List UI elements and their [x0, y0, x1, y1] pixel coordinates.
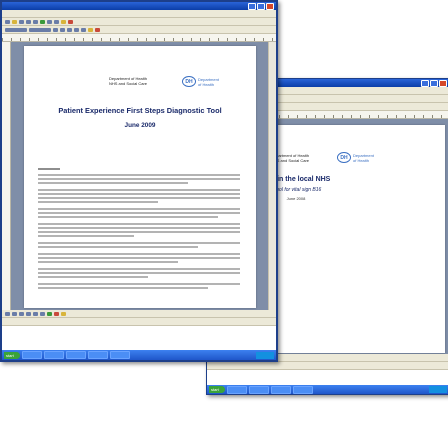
text-line: [38, 197, 240, 199]
back-taskbar-item-4[interactable]: [293, 385, 313, 394]
front-system-tray[interactable]: [256, 351, 274, 359]
back-start-button[interactable]: start: [209, 386, 225, 393]
autoshapes-icon[interactable]: [19, 311, 24, 316]
text-line: [38, 182, 188, 184]
front-taskbar-item-5[interactable]: [110, 351, 130, 359]
maximize-icon[interactable]: [257, 2, 265, 10]
align-center-icon[interactable]: [81, 27, 86, 32]
text-line: [38, 257, 240, 259]
minimize-icon[interactable]: [421, 79, 429, 87]
front-status-bar: [2, 318, 276, 326]
dh-logo-text: Department of Health: [353, 153, 374, 163]
front-drawing-toolbar: [2, 310, 276, 318]
close-icon[interactable]: [266, 2, 274, 10]
spelling-icon[interactable]: [40, 19, 45, 24]
text-line: [38, 178, 240, 180]
text-line: [38, 208, 240, 210]
front-menu-bar: [2, 10, 276, 18]
fill-color-icon[interactable]: [47, 311, 52, 316]
dh-logo-line1: Department: [353, 152, 374, 158]
back-taskbar-item-2[interactable]: [249, 385, 269, 394]
front-formatting-toolbar: [2, 26, 276, 34]
text-line: [38, 235, 134, 237]
vertical-ruler[interactable]: [2, 42, 11, 310]
preview-icon[interactable]: [33, 19, 38, 24]
vertical-scrollbar[interactable]: [268, 42, 276, 310]
back-status-bar: [207, 362, 448, 370]
bold-icon[interactable]: [53, 27, 58, 32]
text-color-icon[interactable]: [61, 311, 66, 316]
dh-logo: DH Department of Health: [337, 152, 374, 163]
text-line: [38, 246, 198, 248]
section-heading-line: [38, 168, 60, 170]
text-line: [38, 242, 240, 244]
text-line: [38, 272, 240, 274]
text-line: [38, 227, 240, 229]
text-line: [38, 287, 208, 289]
dh-logo-line2: of Health: [353, 157, 370, 163]
new-document-icon[interactable]: [5, 19, 10, 24]
back-window-controls: [421, 79, 447, 87]
text-line: [38, 201, 158, 203]
draw-icon[interactable]: [5, 311, 10, 316]
select-objects-icon[interactable]: [12, 311, 17, 316]
rectangle-icon[interactable]: [40, 311, 45, 316]
minimize-icon[interactable]: [248, 2, 256, 10]
text-line: [38, 253, 240, 255]
front-word-window[interactable]: Department of Health NHS and Social Care…: [0, 0, 278, 362]
copy-icon[interactable]: [54, 19, 59, 24]
cut-icon[interactable]: [47, 19, 52, 24]
align-left-icon[interactable]: [74, 27, 79, 32]
back-system-tray[interactable]: [429, 386, 447, 393]
text-line: [38, 268, 240, 270]
line-color-icon[interactable]: [54, 311, 59, 316]
front-taskbar: start: [2, 350, 276, 360]
text-line: [38, 231, 240, 233]
text-line: [38, 174, 240, 176]
front-window-titlebar[interactable]: [2, 2, 276, 10]
front-window-controls: [248, 2, 274, 10]
italic-icon[interactable]: [60, 27, 65, 32]
front-taskbar-item-2[interactable]: [44, 351, 64, 359]
back-taskbar: start: [207, 385, 448, 394]
front-taskbar-item-3[interactable]: [66, 351, 86, 359]
save-icon[interactable]: [19, 19, 24, 24]
screenshot-canvas: { "back_window": { "doc": { "title": "g …: [0, 0, 448, 421]
arrow-icon[interactable]: [33, 311, 38, 316]
front-taskbar-item-4[interactable]: [88, 351, 108, 359]
back-taskbar-item-1[interactable]: [227, 385, 247, 394]
maximize-icon[interactable]: [430, 79, 438, 87]
underline-icon[interactable]: [67, 27, 72, 32]
text-line: [38, 276, 148, 278]
text-line: [38, 283, 240, 285]
text-line: [38, 223, 240, 225]
front-document-area[interactable]: Department of Health NHS and Social Care…: [2, 42, 276, 310]
text-line: [38, 261, 178, 263]
text-line: [38, 212, 240, 214]
font-color-icon[interactable]: [95, 27, 100, 32]
style-dropdown-icon[interactable]: [5, 27, 27, 32]
open-folder-icon[interactable]: [12, 19, 17, 24]
paste-icon[interactable]: [61, 19, 66, 24]
text-line: [38, 189, 240, 191]
dh-logo-icon: DH: [337, 152, 351, 163]
front-ruler[interactable]: [2, 34, 276, 42]
body-text-block: [24, 46, 256, 308]
front-taskbar-item-1[interactable]: [22, 351, 42, 359]
front-start-button[interactable]: start: [4, 351, 20, 359]
front-document-page[interactable]: Department of Health NHS and Social Care…: [24, 46, 256, 308]
undo-icon[interactable]: [68, 19, 73, 24]
print-icon[interactable]: [26, 19, 31, 24]
font-dropdown-icon[interactable]: [29, 27, 51, 32]
front-lower-toolbars: [2, 310, 276, 326]
front-standard-toolbar: [2, 18, 276, 26]
line-icon[interactable]: [26, 311, 31, 316]
text-line: [38, 193, 240, 195]
highlight-icon[interactable]: [88, 27, 93, 32]
close-icon[interactable]: [439, 79, 447, 87]
back-taskbar-item-3[interactable]: [271, 385, 291, 394]
text-line: [38, 216, 218, 218]
